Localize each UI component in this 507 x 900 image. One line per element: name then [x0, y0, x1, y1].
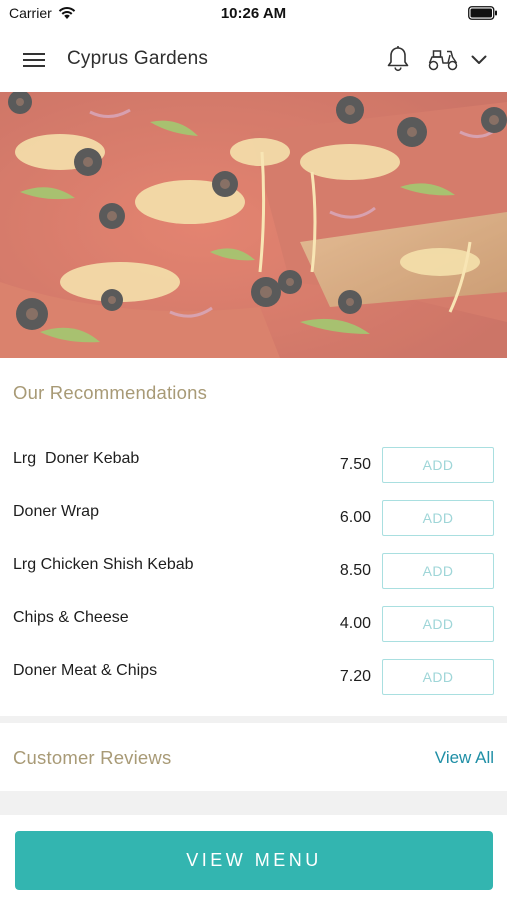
- restaurant-name: Cyprus Gardens: [67, 48, 209, 69]
- menu-item-name: Doner Wrap: [13, 503, 99, 520]
- hero-food-image: [0, 92, 507, 358]
- menu-item-row: Doner Wrap 6.00 ADD: [0, 500, 507, 553]
- battery-icon: [468, 6, 498, 25]
- chevron-down-icon: [471, 55, 487, 64]
- menu-item-name: Doner Meat & Chips: [13, 662, 158, 679]
- view-all-reviews-link[interactable]: View All: [435, 748, 494, 768]
- menu-item-row: Lrg Chicken Shish Kebab 8.50 ADD: [0, 553, 507, 606]
- customer-reviews-section: Customer Reviews View All: [0, 723, 507, 791]
- add-to-cart-button[interactable]: ADD: [382, 500, 494, 536]
- add-to-cart-button[interactable]: ADD: [382, 553, 494, 589]
- bell-icon: [387, 46, 409, 72]
- scooter-delivery-icon: [428, 50, 458, 71]
- app-header: Cyprus Gardens: [0, 28, 507, 92]
- menu-item-price: 7.50: [339, 456, 371, 473]
- menu-item-price: 4.00: [339, 615, 371, 632]
- menu-item-price: 7.20: [339, 668, 371, 685]
- status-time: 10:26 AM: [220, 5, 287, 22]
- add-to-cart-button[interactable]: ADD: [382, 447, 494, 483]
- hamburger-menu-icon: [23, 53, 45, 67]
- menu-item-name: Lrg Doner Kebab: [13, 450, 140, 467]
- customer-reviews-title: Customer Reviews: [13, 747, 172, 768]
- menu-item-name: Lrg Chicken Shish Kebab: [13, 556, 194, 573]
- recommendations-section: Our Recommendations Lrg Doner Kebab 7.50…: [0, 358, 507, 716]
- menu-item-row: Lrg Doner Kebab 7.50 ADD: [0, 447, 507, 500]
- delivery-options-dropdown[interactable]: [468, 50, 490, 70]
- menu-item-price: 8.50: [339, 562, 371, 579]
- add-to-cart-button[interactable]: ADD: [382, 659, 494, 695]
- menu-item-row: Chips & Cheese 4.00 ADD: [0, 606, 507, 659]
- hamburger-menu-button[interactable]: [20, 47, 48, 73]
- section-divider: [0, 716, 507, 723]
- delivery-mode-button[interactable]: [426, 46, 460, 74]
- notifications-button[interactable]: [384, 44, 412, 74]
- section-divider: [0, 791, 507, 815]
- menu-item-price: 6.00: [339, 509, 371, 526]
- recommendations-title: Our Recommendations: [13, 382, 208, 403]
- add-to-cart-button[interactable]: ADD: [382, 606, 494, 642]
- view-menu-button[interactable]: VIEW MENU: [15, 831, 493, 890]
- menu-item-row: Doner Meat & Chips 7.20 ADD: [0, 659, 507, 712]
- menu-item-name: Chips & Cheese: [13, 609, 129, 626]
- status-bar: Carrier 10:26 AM: [0, 0, 507, 28]
